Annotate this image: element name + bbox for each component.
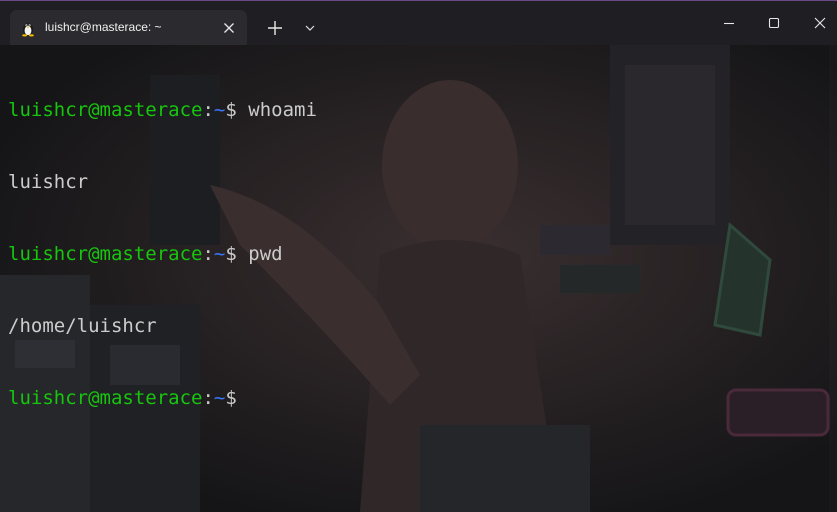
chevron-down-icon[interactable]: [301, 20, 319, 36]
linux-penguin-icon: [22, 23, 34, 37]
command-text: whoami: [236, 99, 317, 121]
prompt-dollar: $: [225, 99, 237, 121]
tab-close-icon[interactable]: [221, 20, 237, 36]
prompt-dollar: $: [225, 387, 237, 409]
tab-active[interactable]: luishcr@masterace: ~: [10, 10, 247, 46]
output-line: /home/luishcr: [8, 315, 157, 337]
prompt-user-host: luishcr@masterace: [8, 243, 203, 265]
prompt-user-host: luishcr@masterace: [8, 99, 203, 121]
tab-title: luishcr@masterace: ~: [45, 20, 162, 34]
prompt-line: luishcr@masterace:~$ pwd: [8, 242, 317, 266]
output-line: luishcr: [8, 171, 89, 193]
terminal-output: luishcr@masterace:~$ whoami luishcr luis…: [8, 50, 317, 458]
prompt-colon: :: [202, 387, 214, 409]
prompt-path: ~: [213, 243, 226, 265]
prompt-dollar: $: [225, 243, 237, 265]
terminal-body[interactable]: luishcr@masterace:~$ whoami luishcr luis…: [0, 45, 837, 512]
maximize-icon[interactable]: [765, 14, 783, 32]
prompt-path: ~: [213, 99, 226, 121]
prompt-colon: :: [202, 99, 214, 121]
prompt-line: luishcr@masterace:~$ whoami: [8, 98, 317, 122]
command-text: pwd: [236, 243, 283, 265]
minimize-icon[interactable]: [720, 14, 738, 32]
title-bar: luishcr@masterace: ~: [0, 0, 837, 46]
scrollbar[interactable]: [829, 45, 837, 512]
prompt-colon: :: [202, 243, 214, 265]
prompt-line-current[interactable]: luishcr@masterace:~$: [8, 386, 317, 410]
close-icon[interactable]: [811, 14, 829, 32]
prompt-path: ~: [213, 387, 226, 409]
terminal-window: luishcr@masterace: ~ luishcr@masterace:~…: [0, 0, 837, 512]
prompt-user-host: luishcr@masterace: [8, 387, 203, 409]
new-tab-plus-icon[interactable]: [264, 17, 286, 39]
